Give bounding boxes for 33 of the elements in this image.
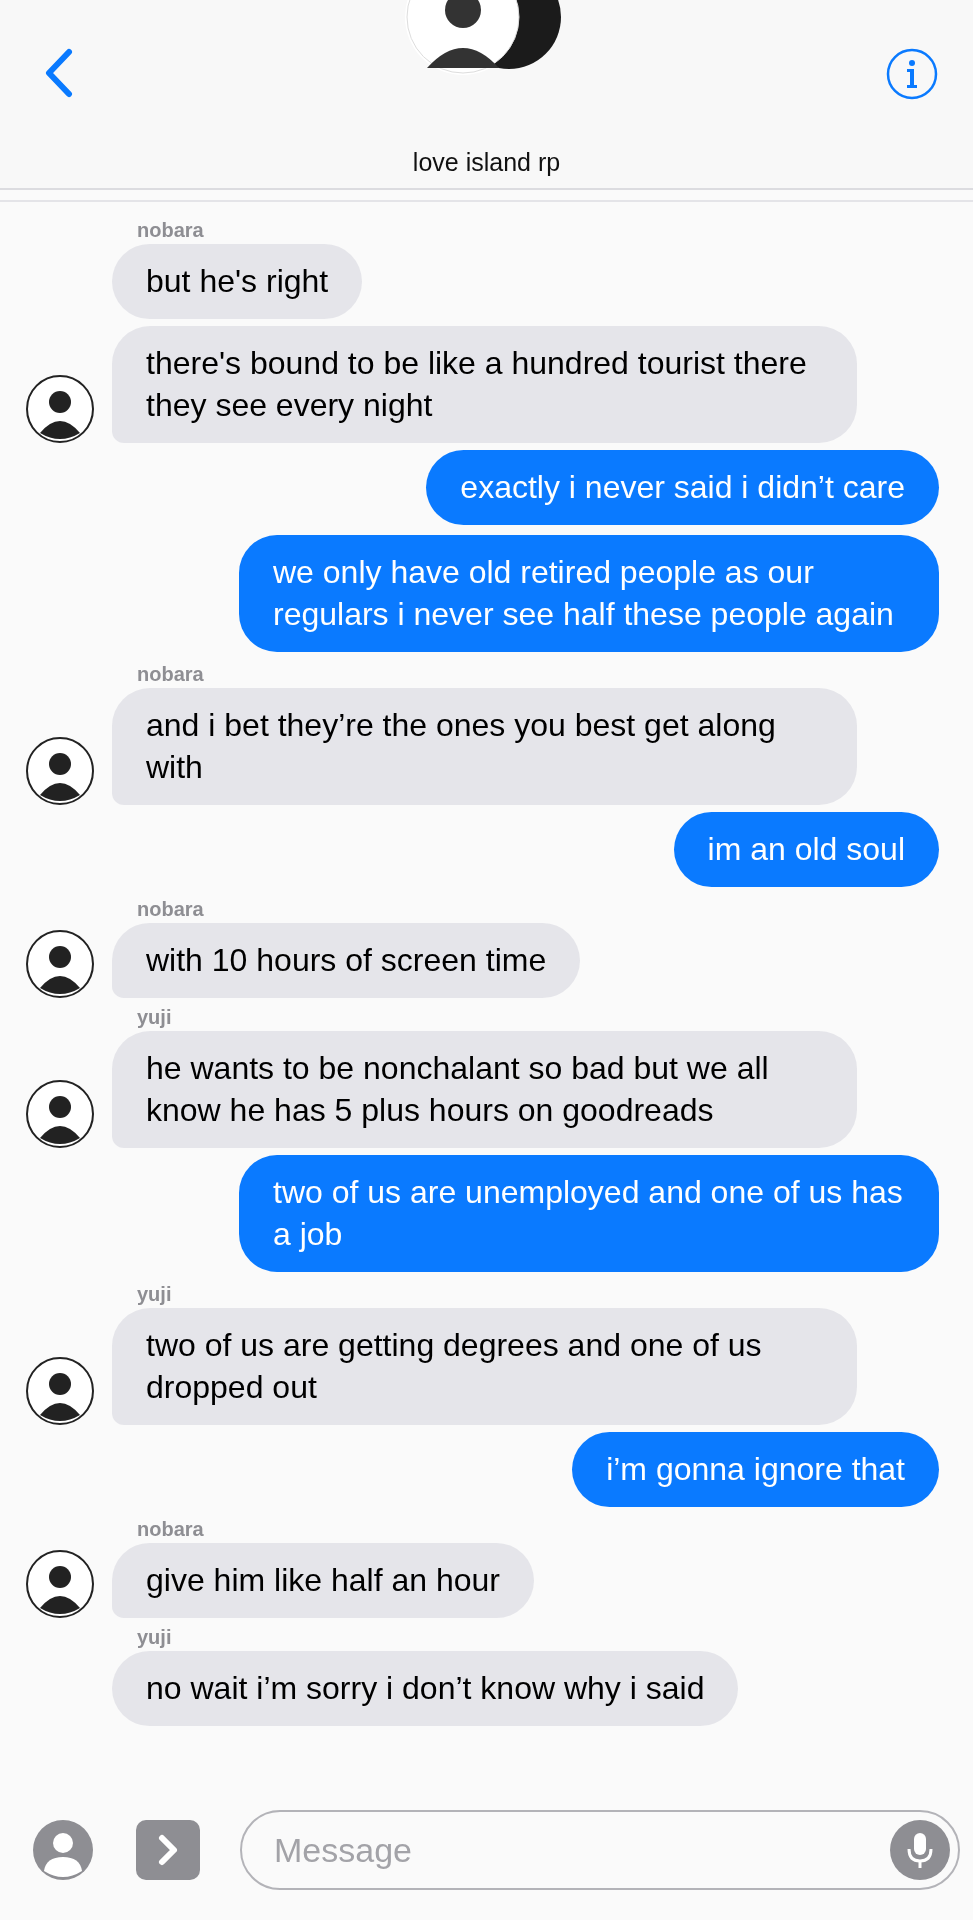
sent-message-bubble: im an old soul <box>673 812 939 887</box>
received-message-bubble: two of us are getting degrees and one of us dropped out <box>112 1308 857 1425</box>
info-icon[interactable] <box>886 48 938 100</box>
apps-button-icon[interactable] <box>136 1820 200 1880</box>
sender-name: nobara <box>137 1517 205 1541</box>
microphone-icon[interactable] <box>890 1820 950 1880</box>
received-message-bubble: and i bet they’re the ones you best get along with <box>112 688 857 805</box>
avatar-icon[interactable] <box>26 930 94 998</box>
back-chevron-icon[interactable] <box>44 48 74 98</box>
sent-message-bubble: exactly i never said i didn’t care <box>426 450 939 525</box>
sent-message-bubble: we only have old retired people as our regulars i never see half these people again <box>239 535 939 652</box>
avatar-icon[interactable] <box>26 1357 94 1425</box>
received-message-bubble: with 10 hours of screen time <box>112 923 581 998</box>
sender-name: nobara <box>137 662 205 686</box>
avatar-icon[interactable] <box>26 1550 94 1618</box>
received-message-bubble: give him like half an hour <box>112 1543 534 1618</box>
chat-title: love island rp <box>412 148 561 176</box>
sender-name: yuji <box>137 1625 173 1649</box>
sent-message-bubble: two of us are unemployed and one of us has a job <box>239 1155 939 1272</box>
sender-name: nobara <box>137 218 205 242</box>
sender-name: yuji <box>137 1005 173 1029</box>
sender-name: nobara <box>137 897 205 921</box>
received-message-bubble: no wait i’m sorry i don’t know why i said <box>112 1651 739 1726</box>
message-field[interactable]: Message <box>240 1810 960 1890</box>
avatar-icon[interactable] <box>26 1080 94 1148</box>
received-message-bubble: he wants to be nonchalant so bad but we all know he has 5 plus hours on goodreads <box>112 1031 857 1148</box>
sent-message-bubble: i’m gonna ignore that <box>572 1432 939 1507</box>
avatar-icon[interactable] <box>26 375 94 443</box>
received-message-bubble: there's bound to be like a hundred tourist there they see every night <box>112 326 857 443</box>
received-message-bubble: but he's right <box>112 244 363 319</box>
sender-name: yuji <box>137 1282 173 1306</box>
avatar-icon[interactable] <box>26 737 94 805</box>
contact-icon[interactable] <box>32 1819 94 1881</box>
